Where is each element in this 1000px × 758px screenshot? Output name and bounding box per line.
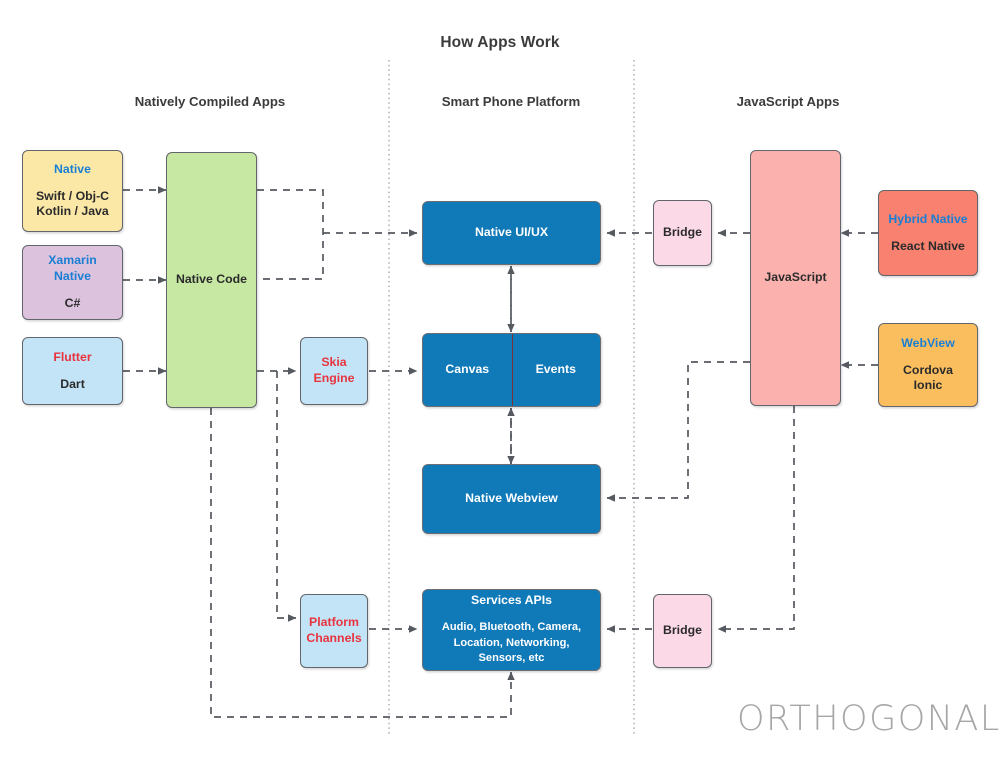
node-native-ui-ux[interactable]: Native UI/UX xyxy=(422,201,601,265)
node-bridge-top[interactable]: Bridge xyxy=(653,200,712,266)
node-react-native[interactable]: Hybrid Native React Native xyxy=(878,190,978,276)
node-react-native-title: Hybrid Native xyxy=(888,211,968,226)
node-skia-line2: Engine xyxy=(313,371,355,385)
node-react-native-line1: React Native xyxy=(891,238,965,253)
column-header-native: Natively Compiled Apps xyxy=(134,94,286,109)
node-javascript[interactable]: JavaScript xyxy=(750,150,841,406)
node-cordova-ionic[interactable]: WebView Cordova Ionic xyxy=(878,323,978,407)
node-canvas-label: Canvas xyxy=(445,362,490,377)
node-native-code[interactable]: Native Code xyxy=(166,152,257,408)
orthogonal-logo: ORTHOGONAL™ xyxy=(737,699,1000,739)
node-xamarin-line1: C# xyxy=(64,295,81,310)
node-native-line1: Swift / Obj-C xyxy=(35,188,110,203)
node-services-apis-line2: Location, Networking, xyxy=(453,636,570,649)
node-services-apis-line1: Audio, Bluetooth, Camera, xyxy=(441,621,582,634)
node-cordova-line2: Ionic xyxy=(913,378,943,393)
node-javascript-label: JavaScript xyxy=(764,270,827,285)
node-services-apis[interactable]: Services APIs Audio, Bluetooth, Camera, … xyxy=(422,589,601,671)
node-xamarin-title1: Xamarin xyxy=(48,253,97,268)
node-skia-line1: Skia xyxy=(321,355,347,370)
node-flutter[interactable]: Flutter Dart xyxy=(22,337,123,405)
node-platform-channels-line1: Platform xyxy=(309,615,359,630)
node-native-ui-ux-label: Native UI/UX xyxy=(474,225,549,240)
node-platform-channels-line2: Channels xyxy=(306,631,362,645)
canvas-events-divider xyxy=(511,334,514,406)
node-native-code-label: Native Code xyxy=(175,272,248,287)
node-bridge-bottom-label: Bridge xyxy=(663,623,702,638)
node-platform-channels[interactable]: Platform Channels xyxy=(300,594,368,668)
node-flutter-line1: Dart xyxy=(60,376,85,391)
column-header-javascript: JavaScript Apps xyxy=(736,94,840,109)
node-native-title: Native xyxy=(54,161,91,176)
node-bridge-bottom[interactable]: Bridge xyxy=(653,594,712,668)
node-bridge-top-label: Bridge xyxy=(663,225,702,240)
node-canvas-events[interactable]: Canvas Events xyxy=(422,333,601,407)
node-flutter-title: Flutter xyxy=(53,349,92,364)
column-header-platform: Smart Phone Platform xyxy=(441,94,581,109)
diagram-canvas: How Apps Work Natively Compiled Apps Sma… xyxy=(0,0,1000,758)
node-xamarin-native[interactable]: Xamarin Native C# xyxy=(22,245,123,320)
node-events-label: Events xyxy=(535,362,576,377)
node-skia-engine[interactable]: Skia Engine xyxy=(300,337,368,405)
node-native[interactable]: Native Swift / Obj-C Kotlin / Java xyxy=(22,150,123,232)
node-native-line2: Kotlin / Java xyxy=(36,204,109,219)
node-cordova-title: WebView xyxy=(901,335,955,350)
node-services-apis-line3: Sensors, etc xyxy=(478,652,545,665)
node-native-webview-label: Native Webview xyxy=(465,491,558,506)
node-services-apis-title: Services APIs xyxy=(471,593,552,608)
orthogonal-logo-text: ORTHOGONAL xyxy=(737,699,1000,739)
node-cordova-line1: Cordova xyxy=(903,362,953,377)
page-title: How Apps Work xyxy=(440,34,560,51)
node-xamarin-title2: Native xyxy=(54,269,91,284)
node-native-webview[interactable]: Native Webview xyxy=(422,464,601,534)
